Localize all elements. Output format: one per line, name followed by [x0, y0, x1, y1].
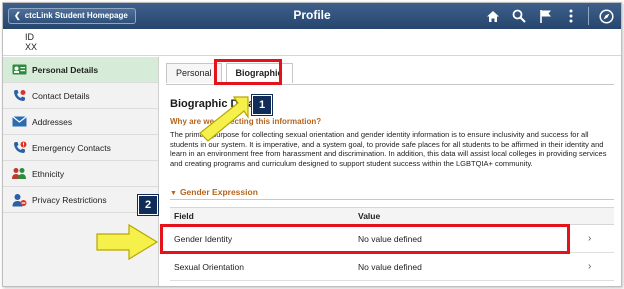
column-header-field: Field — [174, 211, 194, 221]
sidebar-item-label: Addresses — [32, 116, 73, 127]
callout-arrow-2 — [96, 223, 159, 261]
header-separator — [588, 7, 589, 25]
table-row-sexual-orientation[interactable]: Sexual Orientation No value defined › — [170, 253, 614, 281]
search-icon[interactable] — [510, 7, 528, 25]
sidebar-item-label: Personal Details — [32, 64, 99, 75]
gender-expression-header[interactable]: ▼ Gender Expression — [170, 187, 258, 197]
row-value: No value defined — [358, 261, 422, 272]
sidebar-item-addresses[interactable]: Addresses — [3, 109, 158, 135]
main-content: Personal Biographic Biographic Data Why … — [137, 57, 621, 286]
sidebar-item-personal-details[interactable]: Personal Details — [3, 57, 158, 83]
callout-badge-2: 2 — [137, 194, 159, 216]
gender-expression-title: Gender Expression — [179, 187, 258, 197]
callout-arrow-1 — [199, 96, 249, 142]
section-divider — [170, 199, 614, 200]
column-header-value: Value — [358, 211, 381, 221]
sidebar-item-privacy-restrictions[interactable]: Privacy Restrictions — [3, 187, 158, 213]
sidebar-item-contact-details[interactable]: Contact Details — [3, 83, 158, 109]
emergency-phone-icon — [11, 141, 27, 155]
sidebar-item-ethnicity[interactable]: Ethnicity — [3, 161, 158, 187]
highlight-box-biographic-tab — [214, 59, 282, 85]
id-label: ID — [25, 32, 34, 42]
screenshot-frame: ❮ctcLink Student Homepage Profile ID XX — [2, 2, 622, 287]
envelope-icon — [11, 115, 27, 129]
sidebar-item-label: Emergency Contacts — [32, 142, 111, 153]
chevron-right-icon: › — [588, 261, 592, 272]
flag-icon[interactable] — [536, 7, 554, 25]
row-field: Sexual Orientation — [174, 261, 244, 272]
header-actions — [476, 7, 615, 25]
home-icon[interactable] — [484, 7, 502, 25]
phone-icon — [11, 89, 27, 103]
more-options-icon[interactable] — [562, 7, 580, 25]
navbar-icon[interactable] — [597, 7, 615, 25]
sidebar-item-label: Contact Details — [32, 90, 90, 101]
grid-header: Field Value — [170, 207, 614, 225]
id-value: XX — [25, 42, 38, 52]
sidebar-item-label: Ethnicity — [32, 168, 65, 179]
highlight-box-gender-identity-row — [160, 224, 570, 254]
id-card-icon — [11, 63, 27, 77]
identity-bar: ID XX — [3, 29, 621, 56]
chevron-right-icon: › — [588, 233, 592, 244]
callout-badge-1: 1 — [251, 94, 273, 116]
collapse-triangle-icon: ▼ — [170, 190, 177, 197]
privacy-person-icon — [11, 193, 27, 207]
sidebar-item-label: Privacy Restrictions — [32, 194, 107, 205]
sidebar-item-emergency-contacts[interactable]: Emergency Contacts — [3, 135, 158, 161]
people-icon — [11, 167, 27, 181]
header-bar: ❮ ctcLink Student Homepage Profile — [3, 3, 621, 29]
